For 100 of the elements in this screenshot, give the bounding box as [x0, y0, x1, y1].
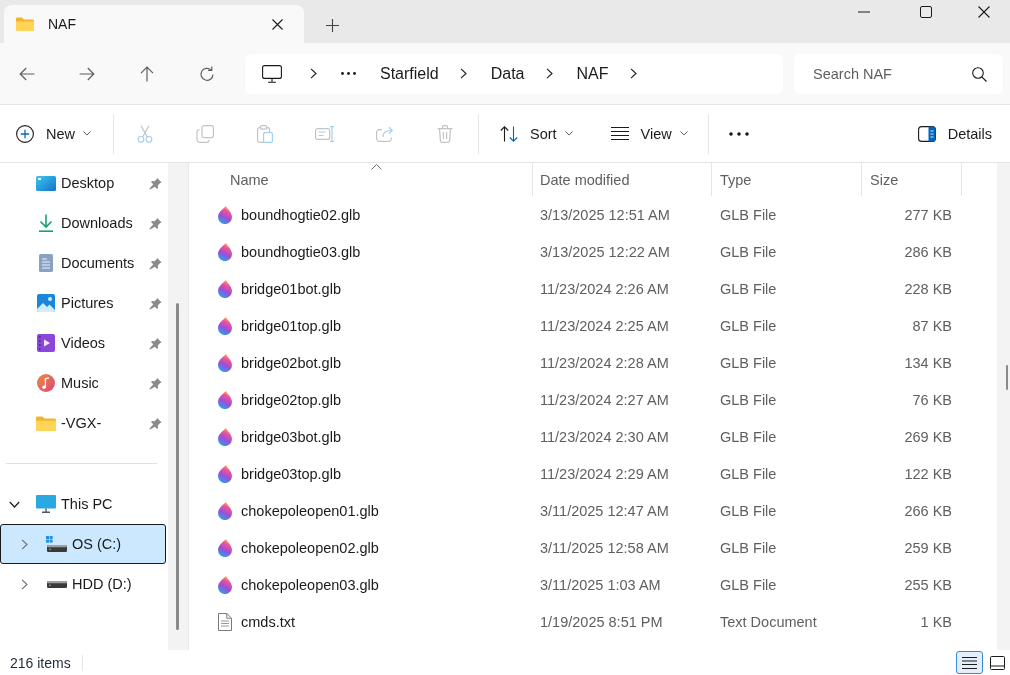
chevron-right-icon[interactable]: [310, 68, 317, 79]
back-arrow-icon[interactable]: [19, 66, 35, 81]
file-name[interactable]: cmds.txt: [241, 613, 295, 630]
sidebar-item[interactable]: Pictures: [0, 283, 166, 323]
file-type: GLB File: [720, 428, 777, 445]
breadcrumb[interactable]: Starfield: [380, 64, 439, 83]
file-size: 269 KB: [904, 428, 952, 445]
plus-icon[interactable]: [326, 19, 339, 32]
file-size: 122 KB: [904, 465, 952, 482]
new-button[interactable]: New: [8, 115, 99, 152]
tree-item[interactable]: HDD (D:): [0, 564, 166, 604]
more-icon[interactable]: [728, 131, 749, 136]
maximize-icon[interactable]: [920, 6, 932, 18]
monitor-icon[interactable]: [262, 64, 282, 83]
tiles-icon: [989, 655, 1005, 670]
tab[interactable]: NAF: [4, 5, 304, 43]
sidebar-item[interactable]: Videos: [0, 323, 166, 363]
file-size: 259 KB: [904, 539, 952, 556]
pin-icon[interactable]: [149, 216, 162, 230]
pin-icon[interactable]: [149, 176, 162, 190]
file-name[interactable]: chokepoleopen01.glb: [241, 502, 379, 519]
chevron-down-icon[interactable]: [8, 500, 20, 508]
sort-button[interactable]: Sort: [492, 115, 581, 152]
date-modified: 11/23/2024 2:26 AM: [540, 280, 669, 297]
file-name[interactable]: bridge03bot.glb: [241, 428, 341, 445]
caret-icon: [83, 131, 91, 136]
sidebar-item[interactable]: Music: [0, 363, 166, 403]
scrollbar-thumb[interactable]: [176, 303, 179, 630]
refresh-icon[interactable]: [199, 65, 215, 82]
file-name[interactable]: boundhogtie02.glb: [241, 206, 361, 223]
list-icon: [962, 656, 977, 669]
drop-icon: [218, 575, 232, 594]
date-modified: 3/11/2025 12:47 AM: [540, 502, 669, 519]
file-name[interactable]: chokepoleopen02.glb: [241, 539, 379, 556]
file-name[interactable]: bridge03top.glb: [241, 465, 341, 482]
file-type: GLB File: [720, 280, 777, 297]
search-field[interactable]: Search NAF: [794, 53, 1003, 94]
desktop-icon: [36, 175, 56, 191]
close-icon[interactable]: [978, 6, 990, 18]
close-icon[interactable]: [272, 18, 283, 30]
file-type: GLB File: [720, 243, 777, 260]
column-header[interactable]: Size: [862, 163, 962, 196]
pin-icon[interactable]: [149, 416, 162, 430]
date-modified: 11/23/2024 2:27 AM: [540, 391, 669, 408]
tree-item[interactable]: OS (C:): [0, 524, 166, 564]
scrollbar-thumb[interactable]: [1006, 365, 1008, 390]
breadcrumb[interactable]: Data: [490, 64, 525, 83]
music-note-icon: [37, 374, 55, 392]
file-name[interactable]: boundhogtie03.glb: [241, 243, 361, 260]
drive-icon: [46, 580, 67, 588]
file-type: GLB File: [720, 465, 777, 482]
text-file-icon: [218, 612, 232, 631]
pin-icon[interactable]: [149, 376, 162, 390]
sidebar-item[interactable]: Downloads: [0, 203, 166, 243]
pin-icon[interactable]: [149, 296, 162, 310]
file-name[interactable]: bridge02top.glb: [241, 391, 341, 408]
file-name[interactable]: bridge01bot.glb: [241, 280, 341, 297]
column-header[interactable]: Type: [712, 163, 862, 196]
column-header[interactable]: Date modified: [533, 163, 712, 196]
file-size: 255 KB: [904, 576, 952, 593]
breadcrumb[interactable]: NAF: [576, 64, 609, 83]
chevron-right-icon[interactable]: [459, 68, 467, 79]
file-type: GLB File: [720, 576, 777, 593]
video-icon: [37, 334, 55, 352]
column-header[interactable]: Name: [189, 163, 533, 196]
address-bar[interactable]: Starfield Data NAF: [245, 53, 783, 94]
drop-icon: [218, 279, 232, 298]
file-size: 1 KB: [920, 613, 952, 630]
file-type: GLB File: [720, 502, 777, 519]
drop-icon: [218, 538, 232, 557]
tree-item[interactable]: This PC: [0, 484, 166, 524]
file-name[interactable]: bridge02bot.glb: [241, 354, 341, 371]
file-size: 87 KB: [912, 317, 952, 334]
sidebar-item[interactable]: Desktop: [0, 163, 166, 203]
item-count: 216 items: [10, 654, 71, 671]
sidebar-item[interactable]: -VGX-: [0, 403, 166, 443]
view-button[interactable]: View: [602, 115, 696, 152]
pin-icon[interactable]: [149, 336, 162, 350]
lines-icon: [610, 127, 629, 140]
file-size: 228 KB: [904, 280, 952, 297]
drop-icon: [218, 501, 232, 520]
date-modified: 3/13/2025 12:51 AM: [540, 206, 670, 223]
details-view-button[interactable]: [956, 651, 983, 674]
sidebar-item[interactable]: Documents: [0, 243, 166, 283]
up-arrow-icon[interactable]: [140, 65, 154, 82]
file-name[interactable]: chokepoleopen03.glb: [241, 576, 379, 593]
more-icon[interactable]: [341, 72, 356, 75]
search-icon[interactable]: [972, 66, 987, 82]
file-name[interactable]: bridge01top.glb: [241, 317, 341, 334]
date-modified: 11/23/2024 2:29 AM: [540, 465, 669, 482]
forward-arrow-icon[interactable]: [79, 66, 95, 81]
drop-icon: [218, 316, 232, 335]
file-type: GLB File: [720, 317, 777, 334]
chevron-right-icon[interactable]: [629, 68, 637, 79]
caret-icon: [564, 131, 573, 136]
pin-icon[interactable]: [149, 256, 162, 270]
document-icon: [39, 254, 53, 272]
details-button[interactable]: Details: [909, 115, 1000, 152]
date-modified: 1/19/2025 8:51 PM: [540, 613, 663, 630]
chevron-right-icon[interactable]: [545, 68, 553, 79]
